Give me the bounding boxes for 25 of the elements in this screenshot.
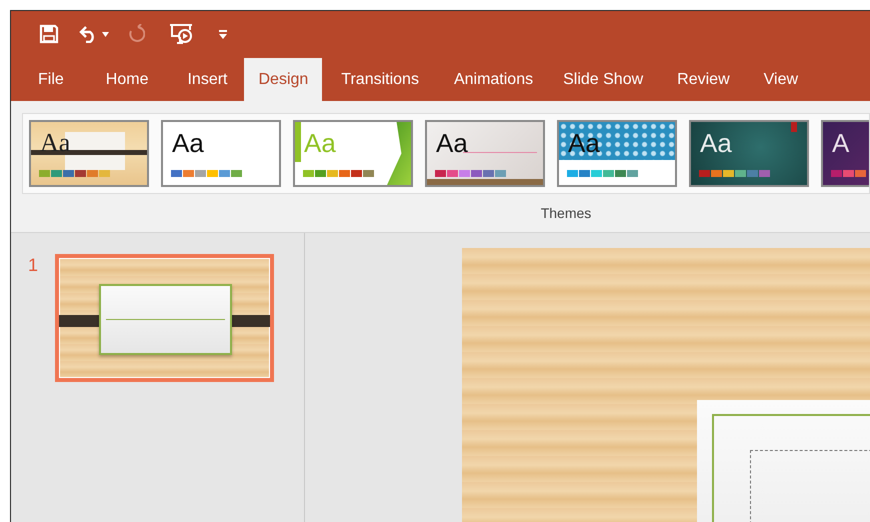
theme-thumbnail[interactable]: A [821,120,869,187]
ribbon-tab[interactable]: Review [657,58,750,101]
theme-thumbnail[interactable]: Aa [29,120,149,187]
theme-stripe-decoration [295,122,301,162]
theme-facet-decoration [387,122,411,185]
theme-thumbnail[interactable]: Aa [425,120,545,187]
ribbon-tab[interactable]: View [750,58,812,101]
ribbon-tab[interactable]: Transitions [322,58,438,101]
save-icon[interactable] [39,24,59,44]
theme-thumbnail[interactable]: Aa [557,120,677,187]
ribbon-tab[interactable]: File [11,58,84,101]
customize-icon[interactable] [219,30,227,38]
theme-thumbnail[interactable]: Aa [161,120,281,187]
slide-number: 1 [28,254,38,276]
theme-thumbnail[interactable]: Aa [689,120,809,187]
presentation-icon[interactable] [169,23,193,45]
ribbon-tab[interactable]: Design [244,58,322,101]
caret-icon[interactable] [102,32,109,36]
ribbon-tab[interactable]: Insert [170,58,244,101]
slide-thumbnail[interactable] [55,254,274,382]
ribbon-tab[interactable]: Animations [438,58,550,101]
ribbon-tab[interactable]: Home [84,58,170,101]
group-label: Themes [540,204,592,222]
theme-tab-decoration [791,122,797,132]
ribbon-tab[interactable]: Slide Show [549,58,658,101]
